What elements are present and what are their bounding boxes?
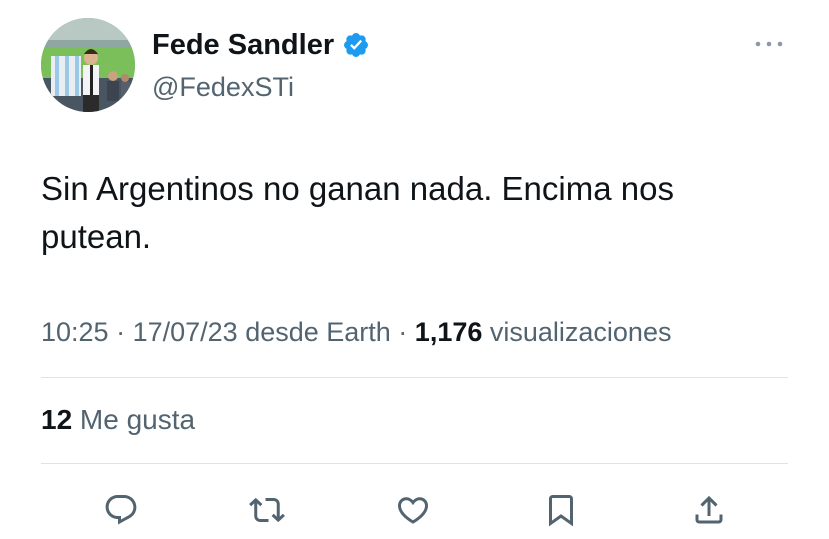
display-name[interactable]: Fede Sandler [152,27,370,63]
bookmark-icon [549,495,573,527]
tweet-date[interactable]: 17/07/23 [133,317,238,347]
bookmark-button[interactable] [541,490,581,530]
reply-button[interactable] [101,490,141,530]
avatar-photo [41,18,135,112]
meta-separator: · [108,317,133,347]
views-count: 1,176 [414,317,483,347]
share-icon [695,495,723,524]
avatar[interactable] [41,18,135,112]
likes-label: Me gusta [72,404,196,435]
share-button[interactable] [689,490,729,530]
divider [41,463,788,464]
retweet-icon [249,497,285,523]
likes-summary[interactable]: 12 Me gusta [41,402,195,438]
verified-badge-icon [342,31,370,59]
display-name-text: Fede Sandler [152,29,335,61]
reply-icon [105,495,137,525]
meta-separator: · [390,317,415,347]
tweet-time[interactable]: 10:25 [41,317,109,347]
retweet-button[interactable] [247,490,287,530]
divider [41,377,788,378]
user-handle[interactable]: @FedexSTi [152,70,294,104]
like-button[interactable] [393,490,433,530]
tweet-meta: 10:25 · 17/07/23 desde Earth · 1,176 vis… [41,314,671,350]
tweet-source: desde Earth [237,317,391,347]
more-options-icon[interactable] [753,32,785,56]
views-label: visualizaciones [482,317,672,347]
tweet-text: Sin Argentinos no ganan nada. Encima nos… [41,170,674,255]
likes-count: 12 [41,404,73,435]
heart-icon [397,497,429,524]
